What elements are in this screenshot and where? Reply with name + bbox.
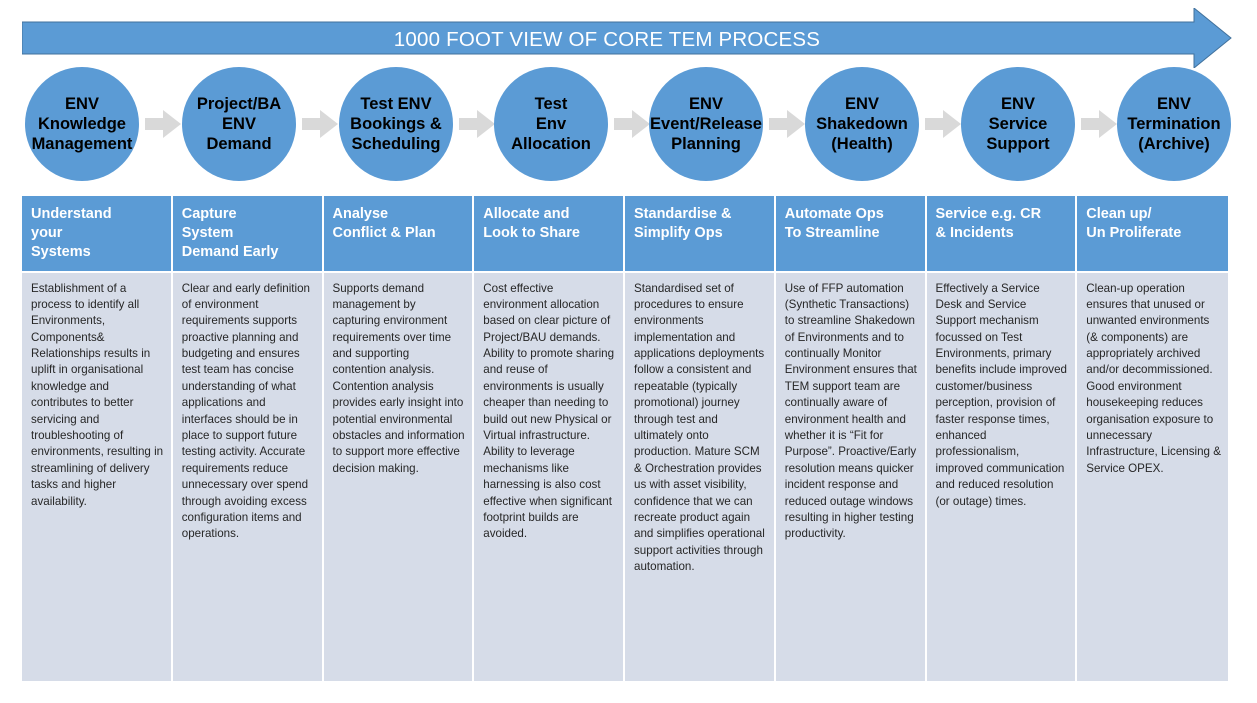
process-node-label: Test Env Allocation xyxy=(511,94,591,154)
process-node-test-env-bookings-scheduling[interactable]: Test ENV Bookings & Scheduling xyxy=(339,67,453,181)
process-node-env-service-support[interactable]: ENV Service Support xyxy=(961,67,1075,181)
table-cell-standardise-simplify-ops: Standardised set of procedures to ensure… xyxy=(625,272,776,681)
table-cell-service-cr-incidents: Effectively a Service Desk and Service S… xyxy=(926,272,1078,681)
process-node-env-event-release-planning[interactable]: ENV Event/Release Planning xyxy=(649,67,763,181)
table-row: Establishment of a process to identify a… xyxy=(22,272,1228,681)
table-header-automate-ops-to-streamline: Automate Ops To Streamline xyxy=(775,196,927,273)
process-node-env-knowledge-management[interactable]: ENV Knowledge Management xyxy=(25,67,139,181)
benefits-table: Understand your Systems Capture System D… xyxy=(22,196,1228,681)
process-node-label: ENV Event/Release Planning xyxy=(650,94,762,154)
table-header-allocate-and-look-to-share: Allocate and Look to Share xyxy=(474,196,625,273)
table-header-capture-system-demand-early: Capture System Demand Early xyxy=(172,196,324,273)
process-node-test-env-allocation[interactable]: Test Env Allocation xyxy=(494,67,608,181)
process-node-label: ENV Termination (Archive) xyxy=(1127,94,1221,154)
banner-title: 1000 FOOT VIEW OF CORE TEM PROCESS xyxy=(393,28,821,51)
process-node-env-shakedown-health[interactable]: ENV Shakedown (Health) xyxy=(805,67,919,181)
table-header-analyse-conflict-plan: Analyse Conflict & Plan xyxy=(323,196,475,273)
process-node-label: Project/BA ENV Demand xyxy=(196,94,282,154)
process-node-project-ba-env-demand[interactable]: Project/BA ENV Demand xyxy=(182,67,296,181)
table-cell-allocate-and-look-to-share: Cost effective environment allocation ba… xyxy=(474,272,625,681)
table-header-understand-your-systems: Understand your Systems xyxy=(22,196,173,273)
table-cell-analyse-conflict-plan: Supports demand management by capturing … xyxy=(323,272,475,681)
process-flow-row: ENV Knowledge Management Project/BA ENV … xyxy=(0,64,1257,184)
table-cell-understand-your-systems: Establishment of a process to identify a… xyxy=(22,272,173,681)
process-node-label: ENV Service Support xyxy=(986,94,1050,154)
table-cell-capture-system-demand-early: Clear and early definition of environmen… xyxy=(172,272,324,681)
process-node-label: ENV Knowledge Management xyxy=(31,94,133,154)
process-node-label: ENV Shakedown (Health) xyxy=(816,94,908,154)
table-header-service-cr-incidents: Service e.g. CR & Incidents xyxy=(926,196,1078,273)
table-header-clean-up-un-proliferate: Clean up/ Un Proliferate xyxy=(1077,196,1228,273)
process-node-env-termination-archive[interactable]: ENV Termination (Archive) xyxy=(1117,67,1231,181)
process-banner: 1000 FOOT VIEW OF CORE TEM PROCESS xyxy=(22,8,1232,68)
table-header-standardise-simplify-ops: Standardise & Simplify Ops xyxy=(625,196,776,273)
process-node-label: Test ENV Bookings & Scheduling xyxy=(350,94,442,154)
table-header-row: Understand your Systems Capture System D… xyxy=(22,196,1228,273)
table-cell-clean-up-un-proliferate: Clean-up operation ensures that unused o… xyxy=(1077,272,1228,681)
table-cell-automate-ops-to-streamline: Use of FFP automation (Synthetic Transac… xyxy=(775,272,927,681)
